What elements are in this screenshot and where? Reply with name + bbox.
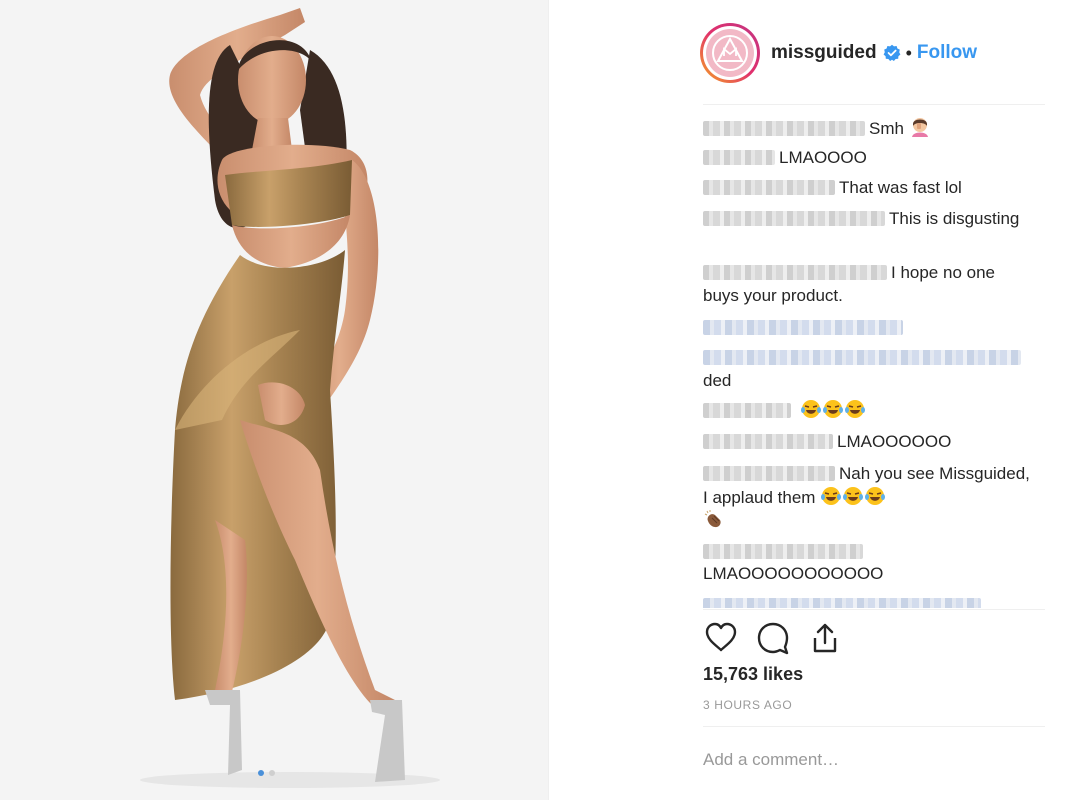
comment-item: LMAOOOOOO [703, 430, 1033, 453]
blurred-username [703, 544, 863, 559]
likes-count[interactable]: 15,763 likes [703, 664, 803, 685]
comment-button[interactable] [753, 618, 793, 658]
blurred-username [703, 403, 791, 418]
model-in-gold-dress-illustration [0, 0, 548, 800]
comment-text: LMAOOOOOO [837, 432, 952, 451]
blurred-username [703, 434, 833, 449]
comment-item: That was fast lol [703, 176, 1033, 199]
post-sidebar: missguided • Follow Smh LMAOOOO That was… [548, 0, 1048, 800]
comment-item [703, 398, 1033, 422]
post-photo[interactable] [0, 0, 548, 800]
blurred-comment [703, 320, 903, 335]
comment-text: That was fast lol [839, 178, 962, 197]
blurred-username [703, 466, 835, 481]
missguided-logo-icon [700, 23, 760, 83]
follow-button[interactable]: Follow [917, 42, 977, 64]
laughing-tears-emoji-icon [865, 487, 886, 505]
blurred-username [703, 265, 887, 280]
comment-text: LMAOOOO [779, 148, 867, 167]
action-bar [701, 618, 857, 658]
comment-item: This is disgusting [703, 207, 1033, 230]
post-header: missguided • Follow [699, 20, 977, 86]
blurred-username [703, 350, 1021, 365]
comment-item: Nah you see Missguided, I applaud them [703, 462, 1033, 533]
heart-icon [705, 622, 737, 652]
laughing-tears-emoji-icon [800, 400, 821, 418]
share-button[interactable] [805, 618, 845, 658]
blurred-username [703, 121, 865, 136]
verified-badge-icon [883, 44, 900, 61]
comment-text: ded [703, 371, 732, 390]
laughing-tears-emoji-icon [844, 400, 865, 418]
instagram-post: missguided • Follow Smh LMAOOOO That was… [0, 0, 1088, 800]
add-comment-input[interactable] [703, 746, 1033, 774]
comment-text: LMAOOOOOOOOOOO [703, 564, 884, 583]
comment-item: ded [703, 346, 1033, 392]
username[interactable]: missguided [771, 42, 877, 64]
blurred-comment [703, 598, 981, 608]
page-background [1048, 0, 1088, 800]
comment-item: Smh [703, 116, 1033, 140]
comment-bubble-icon [757, 622, 789, 655]
blurred-username [703, 180, 835, 195]
blurred-username [703, 211, 885, 226]
blurred-username [703, 150, 775, 165]
share-upload-icon [813, 623, 837, 653]
like-button[interactable] [701, 618, 741, 658]
comment-item-hidden [703, 316, 1033, 339]
comment-item: LMAOOOOOOOOOOO [703, 562, 1033, 585]
laughing-tears-emoji-icon [843, 487, 864, 505]
laughing-tears-emoji-group [820, 487, 886, 507]
laughing-tears-emoji-group [800, 400, 866, 420]
comment-item-hidden [703, 594, 1033, 608]
laughing-tears-emoji-icon [822, 400, 843, 418]
post-timestamp[interactable]: 3 HOURS AGO [703, 698, 792, 712]
clapping-hands-emoji-icon [704, 510, 721, 528]
avatar[interactable] [699, 22, 761, 84]
comment-item: LMAOOOO [703, 146, 1033, 169]
laughing-tears-emoji-icon [821, 487, 842, 505]
comments-divider [703, 609, 1045, 610]
carousel-dot-active [258, 770, 264, 776]
header-divider [703, 104, 1045, 105]
facepalm-emoji-icon [911, 118, 928, 137]
comment-item: I hope no one buys your product. [703, 261, 1033, 307]
comment-text: Smh [869, 119, 904, 138]
header-separator: • [905, 42, 912, 63]
comments-list[interactable]: Smh LMAOOOO That was fast lol This is di… [703, 108, 1043, 608]
comment-item-hidden [703, 540, 1033, 563]
comment-text: This is disgusting [889, 209, 1020, 228]
carousel-dot[interactable] [269, 770, 275, 776]
composer-divider [703, 726, 1045, 727]
carousel-indicator [258, 770, 275, 776]
